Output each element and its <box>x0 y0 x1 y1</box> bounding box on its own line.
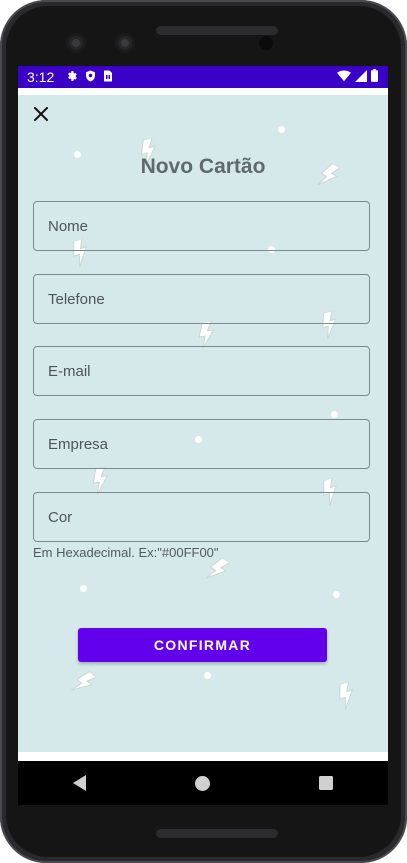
back-icon <box>72 775 86 791</box>
lightning-bolt-icon <box>198 320 215 349</box>
settings-icon <box>66 69 78 85</box>
shield-icon <box>85 69 96 85</box>
proximity-sensor-icon <box>259 36 273 50</box>
confirm-button[interactable]: CONFIRMAR <box>78 628 327 662</box>
wifi-icon <box>337 69 351 85</box>
bottom-divider <box>18 752 388 761</box>
home-button[interactable] <box>183 763 223 803</box>
phone-frame: 3:12 Novo Cartão Nome Telefone E-mail Em… <box>0 0 407 863</box>
empresa-field[interactable] <box>33 419 370 469</box>
sim-card-icon <box>103 69 113 85</box>
close-icon <box>34 107 48 121</box>
decor-dot <box>80 585 87 592</box>
cor-field[interactable] <box>33 492 370 542</box>
form-screen: Novo Cartão Em Hexadecimal. Ex:"#00FF00"… <box>18 95 388 752</box>
empresa-input[interactable] <box>34 420 369 468</box>
back-button[interactable] <box>60 763 100 803</box>
front-camera-icon <box>66 33 86 53</box>
recents-button[interactable] <box>306 763 346 803</box>
cor-helper-text: Em Hexadecimal. Ex:"#00FF00" <box>33 545 219 560</box>
cor-input[interactable] <box>34 493 369 541</box>
signal-icon <box>355 69 367 85</box>
decor-dot <box>204 672 211 679</box>
top-speaker <box>156 26 278 35</box>
top-divider <box>18 88 388 95</box>
front-sensor-icon <box>115 33 135 53</box>
battery-icon <box>371 69 378 85</box>
email-field[interactable] <box>33 346 370 396</box>
decor-dot <box>278 126 285 133</box>
nome-input[interactable] <box>34 202 369 250</box>
navigation-bar <box>18 761 388 805</box>
telefone-input[interactable] <box>34 275 369 323</box>
lightning-bolt-icon <box>70 670 98 691</box>
close-button[interactable] <box>30 103 52 125</box>
status-bar: 3:12 <box>18 66 388 88</box>
recents-icon <box>319 776 334 790</box>
telefone-field[interactable] <box>33 274 370 324</box>
bottom-speaker <box>156 829 278 838</box>
decor-dot <box>331 411 338 418</box>
email-input[interactable] <box>34 347 369 395</box>
page-title: Novo Cartão <box>140 155 266 178</box>
decor-dot <box>333 591 340 598</box>
status-time: 3:12 <box>27 69 55 85</box>
lightning-bolt-icon <box>339 680 354 711</box>
screen: 3:12 Novo Cartão Nome Telefone E-mail Em… <box>18 66 388 761</box>
nome-field[interactable] <box>33 201 370 251</box>
home-icon <box>195 775 211 791</box>
